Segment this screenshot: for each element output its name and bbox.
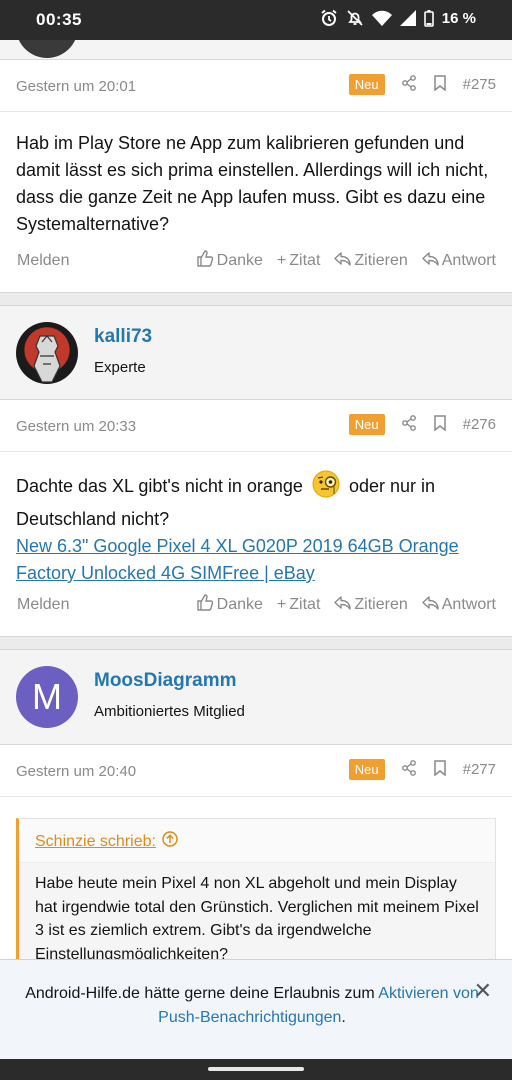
share-icon[interactable] [401,759,417,780]
user-role: Ambitioniertes Mitglied [94,703,245,720]
post-276: Gestern um 20:33 Neu #276 Dachte das XL … [0,399,512,637]
quote-text: Habe heute mein Pixel 4 non XL abgeholt … [35,875,479,963]
avatar-initial: M [32,676,62,717]
status-bar: 00:35 16 % [0,0,512,40]
bookmark-icon[interactable] [433,759,447,780]
new-badge: Neu [348,414,385,435]
thanks-label: Danke [216,596,263,613]
post-date[interactable]: Gestern um 20:01 [16,78,136,95]
push-banner-message: Android-Hilfe.de hätte gerne deine Erlau… [25,985,375,1002]
post-number[interactable]: #276 [463,416,496,433]
thanks-label: Danke [216,252,263,269]
post-body: Dachte das XL gibt's nicht in orange ode… [0,452,512,587]
reply-button[interactable]: Antwort [422,251,496,271]
status-time: 00:35 [36,10,82,29]
reply-arrow-icon [422,251,439,271]
quote-label: Zitieren [354,596,408,613]
bell-off-icon [346,9,364,27]
arrow-up-circle-icon [162,831,178,852]
ebay-link[interactable]: New 6.3" Google Pixel 4 XL G020P 2019 64… [16,536,459,583]
user-card-kalli73: kalli73 Experte [0,305,512,400]
add-quote-button[interactable]: + Zitat [277,596,320,614]
bookmark-icon[interactable] [433,74,447,95]
thumbs-up-icon [196,594,214,616]
close-icon[interactable]: ✕ [474,978,492,1004]
plus-icon: + [276,252,287,269]
post-body: Hab im Play Store ne App zum kalibrieren… [0,112,512,238]
report-link[interactable]: Melden [17,596,69,614]
thanks-button[interactable]: Danke [196,594,263,616]
monocle-face-emoji-icon [312,470,340,506]
action-buttons: Danke + Zitat Zitieren Antwort [196,250,496,272]
post-275: Gestern um 20:01 Neu #275 Hab im Play St… [0,59,512,293]
post-header: Gestern um 20:40 Neu #277 [0,745,512,797]
quote-label: Zitieren [354,252,408,269]
reply-button[interactable]: Antwort [422,595,496,615]
bookmark-icon[interactable] [433,414,447,435]
reply-arrow-icon [422,595,439,615]
battery-percent: 16 % [441,9,476,27]
post-actions: Melden Danke + Zitat Zitieren Antwort [0,250,512,274]
post-actions: Melden Danke + Zitat Zitieren Antwort [0,594,512,618]
post-tools: Neu #275 [348,74,496,95]
status-icons: 16 % [320,9,476,27]
avatar[interactable]: M [16,666,78,728]
quote-author: Schinzie schrieb: [35,832,156,850]
user-card-moosdiagramm: M MoosDiagramm Ambitioniertes Mitglied [0,649,512,745]
post-date[interactable]: Gestern um 20:40 [16,763,136,780]
new-badge: Neu [348,759,385,780]
share-icon[interactable] [401,414,417,435]
thumbs-up-icon [196,250,214,272]
system-navigation-bar [0,1059,512,1080]
avatar[interactable] [16,322,78,384]
wifi-icon [371,10,392,26]
plus-icon: + [276,596,287,613]
new-badge: Neu [348,74,385,95]
post-text-before-emoji: Dachte das XL gibt's nicht in orange [16,476,303,496]
add-quote-button[interactable]: + Zitat [277,252,320,270]
add-quote-label: Zitat [289,596,321,613]
push-banner-suffix: . [341,1009,346,1026]
alarm-icon [320,9,338,27]
username[interactable]: kalli73 [94,326,152,348]
user-role: Experte [94,359,146,376]
quote-header: Schinzie schrieb: [19,819,495,863]
username[interactable]: MoosDiagramm [94,670,237,692]
previous-avatar-fragment [0,40,512,60]
add-quote-label: Zitat [289,252,321,269]
post-header: Gestern um 20:01 Neu #275 [0,60,512,112]
report-link[interactable]: Melden [17,252,69,270]
action-buttons: Danke + Zitat Zitieren Antwort [196,594,496,616]
post-header: Gestern um 20:33 Neu #276 [0,400,512,452]
post-tools: Neu #277 [348,759,496,780]
post-date[interactable]: Gestern um 20:33 [16,418,136,435]
battery-icon [423,9,434,27]
quote-button[interactable]: Zitieren [334,251,408,271]
quote-button[interactable]: Zitieren [334,595,408,615]
share-icon[interactable] [401,74,417,95]
post-number[interactable]: #277 [463,761,496,778]
home-gesture-handle[interactable] [208,1067,304,1071]
reply-arrow-icon [334,251,352,271]
push-banner-text: Android-Hilfe.de hätte gerne deine Erlau… [22,982,482,1030]
signal-icon [399,10,416,26]
post-text: Hab im Play Store ne App zum kalibrieren… [16,133,489,234]
reply-label: Antwort [441,252,496,269]
reply-label: Antwort [441,596,496,613]
thanks-button[interactable]: Danke [196,250,263,272]
quote-author-link[interactable]: Schinzie schrieb: [35,831,178,852]
post-number[interactable]: #275 [463,76,496,93]
push-permission-banner: Android-Hilfe.de hätte gerne deine Erlau… [0,959,512,1059]
reply-arrow-icon [334,595,352,615]
post-tools: Neu #276 [348,414,496,435]
